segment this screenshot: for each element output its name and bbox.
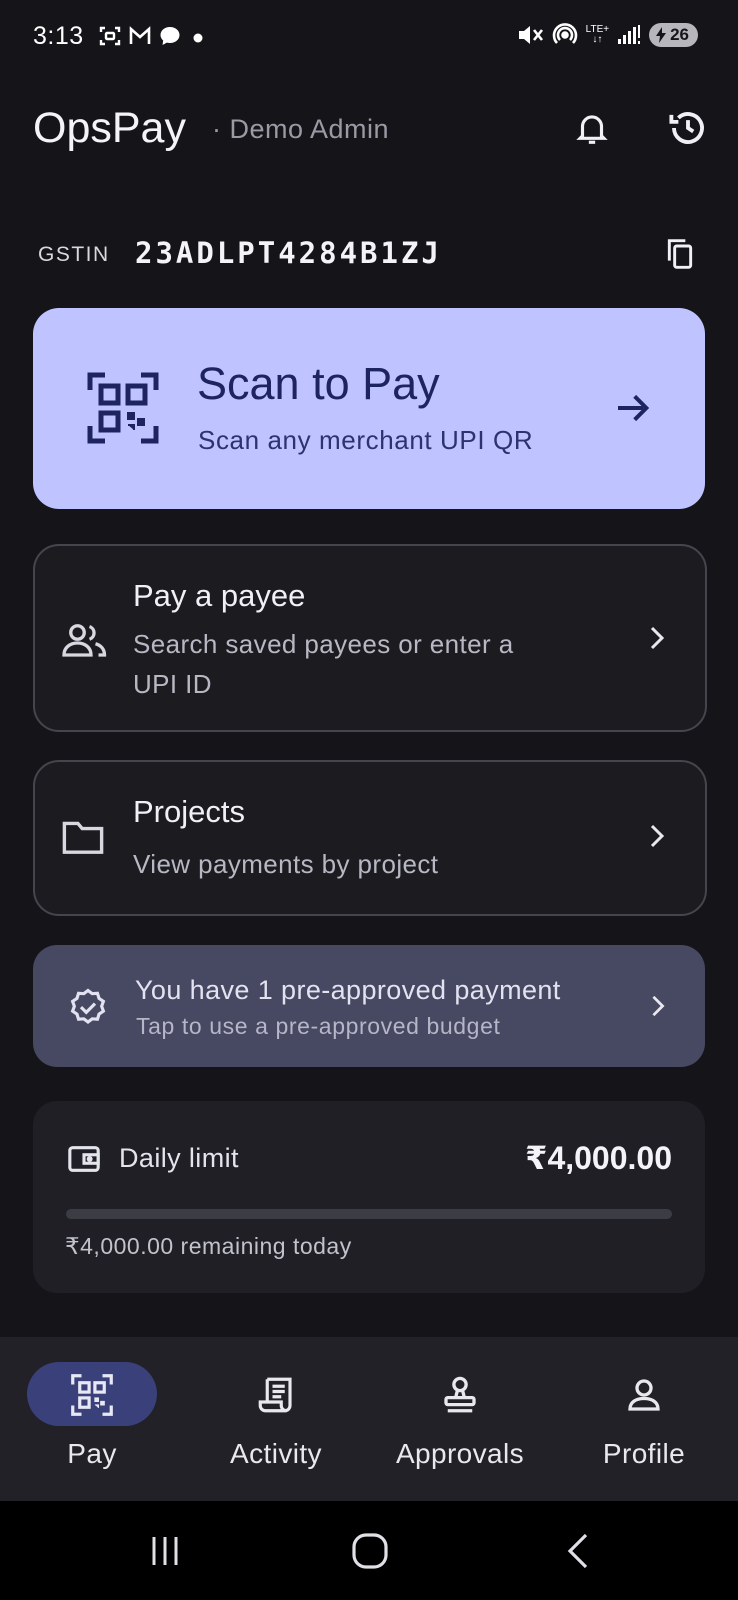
nav-label-pay: Pay (67, 1438, 117, 1469)
history-icon (669, 112, 704, 144)
projects-card[interactable]: Projects View payments by project (33, 760, 707, 916)
nav-item-profile[interactable]: Profile (552, 1337, 736, 1501)
app-header: OpsPay · Demo Admin (0, 98, 738, 158)
stamp-icon (444, 1376, 476, 1413)
bell-icon (576, 115, 608, 144)
status-bar: 3:13 LTE+ ↓↑ 26 (0, 0, 738, 76)
pay-payee-subtitle: Search saved payees or enter a UPI ID (133, 624, 514, 704)
hotspot-icon (552, 23, 577, 44)
nav-item-pay[interactable]: Pay (0, 1337, 184, 1501)
preapproved-subtitle: Tap to use a pre-approved budget (136, 1013, 501, 1039)
scan-subtitle: Scan any merchant UPI QR (198, 425, 534, 455)
pay-payee-subtitle-line1: Search saved payees or enter a (133, 629, 514, 659)
notification-icons (98, 24, 208, 48)
nav-item-approvals[interactable]: Approvals (368, 1337, 552, 1501)
recents-icon (152, 1537, 178, 1565)
chevron-right-icon (650, 626, 665, 650)
mute-icon (518, 26, 543, 44)
people-icon (62, 624, 107, 657)
back-button[interactable] (548, 1531, 608, 1571)
gmail-icon (129, 26, 151, 44)
back-icon (567, 1533, 588, 1569)
receipt-icon (258, 1377, 292, 1413)
nav-item-activity[interactable]: Activity (184, 1337, 368, 1501)
copy-icon (667, 239, 693, 269)
pay-payee-title: Pay a payee (133, 578, 306, 613)
copy-gstin-button[interactable] (664, 236, 700, 276)
recents-button[interactable] (135, 1531, 195, 1571)
projects-title: Projects (133, 794, 245, 829)
dot-icon (193, 33, 203, 43)
status-time: 3:13 (33, 22, 84, 50)
pay-a-payee-card[interactable]: Pay a payee Search saved payees or enter… (33, 544, 707, 732)
daily-limit-label: Daily limit (119, 1143, 239, 1173)
bottom-navigation: Pay Activity Approvals Profile (0, 1337, 738, 1501)
app-name: OpsPay (33, 104, 186, 152)
notifications-button[interactable] (570, 106, 614, 150)
system-status: LTE+ ↓↑ 26 (516, 22, 698, 48)
battery-level: 26 (670, 25, 689, 44)
nav-label-activity: Activity (230, 1438, 322, 1469)
preapproved-title: You have 1 pre-approved payment (135, 975, 561, 1005)
gstin-label: GSTIN (38, 243, 110, 266)
gstin-row: GSTIN 23ADLPT4284B1ZJ (38, 236, 700, 276)
chevron-right-icon (650, 824, 665, 848)
arrow-right-icon (618, 394, 650, 422)
lte-label: LTE+ (585, 24, 610, 35)
signal-icon (618, 25, 641, 44)
nav-label-approvals: Approvals (395, 1438, 525, 1469)
lte-indicator: LTE+ ↓↑ (585, 24, 610, 45)
pay-payee-subtitle-line2: UPI ID (133, 669, 212, 699)
battery-charging-icon: 26 (649, 23, 698, 47)
qr-icon (71, 1374, 113, 1416)
person-icon (628, 1379, 660, 1411)
account-subtitle: · Demo Admin (212, 114, 390, 144)
folder-icon (62, 821, 104, 854)
preapproved-banner[interactable]: You have 1 pre-approved payment Tap to u… (33, 945, 705, 1067)
history-button[interactable] (666, 106, 710, 150)
verified-badge-icon (70, 988, 106, 1024)
chat-icon (160, 27, 180, 45)
daily-limit-progress (66, 1209, 672, 1219)
nav-label-profile: Profile (602, 1438, 686, 1469)
projects-subtitle: View payments by project (133, 849, 439, 879)
daily-limit-remaining: ₹4,000.00 remaining today (65, 1233, 352, 1259)
daily-limit-amount: ₹4,000.00 (525, 1140, 672, 1176)
daily-limit-card: Daily limit ₹4,000.00 ₹4,000.00 remainin… (33, 1101, 705, 1293)
system-navigation-bar (0, 1501, 738, 1600)
scan-title: Scan to Pay (197, 358, 440, 409)
scan-to-pay-card[interactable]: Scan to Pay Scan any merchant UPI QR (33, 308, 705, 509)
qr-scan-icon (87, 372, 159, 444)
home-button[interactable] (340, 1531, 400, 1571)
wallet-icon (68, 1146, 100, 1172)
chevron-right-icon (652, 995, 665, 1017)
home-icon (352, 1533, 388, 1569)
screenshot-icon (99, 26, 121, 46)
gstin-value: 23ADLPT4284B1ZJ (135, 236, 442, 270)
